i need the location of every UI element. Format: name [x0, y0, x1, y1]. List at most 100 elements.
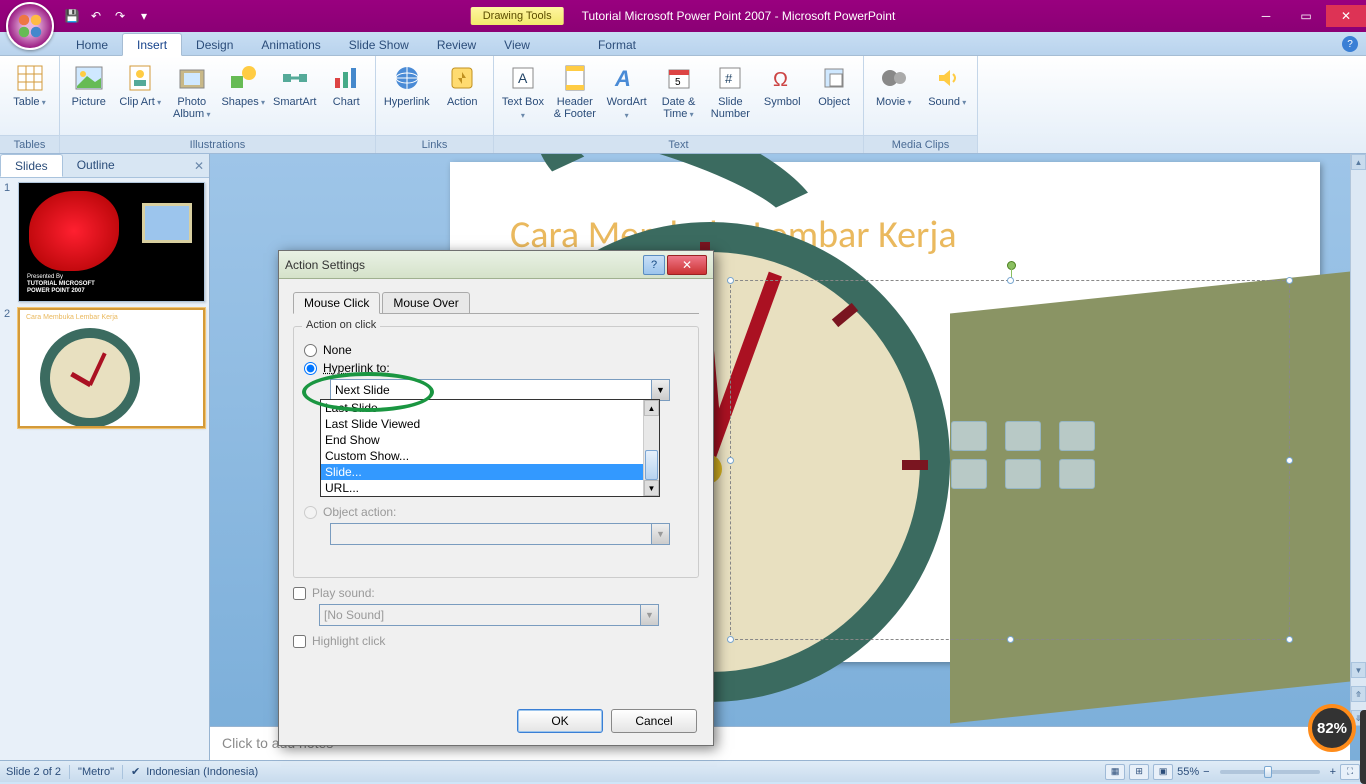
network-meter-overlay[interactable]: 82% ↑ 0 B ↓ 0 B [1308, 704, 1356, 752]
picture-button[interactable]: Picture [66, 60, 112, 108]
photoalbum-button[interactable]: Photo Album [169, 60, 215, 121]
vertical-scrollbar[interactable]: ▲ ▼ ⤊ ⤋ [1350, 154, 1366, 726]
spellcheck-icon[interactable]: ✔ [131, 765, 140, 778]
tab-insert[interactable]: Insert [122, 33, 182, 56]
opt-slide[interactable]: Slide... [321, 464, 659, 480]
hyperlink-combo[interactable]: Next Slide ▼ [330, 379, 670, 401]
sound-button[interactable]: Sound [924, 60, 972, 109]
symbol-button[interactable]: ΩSymbol [759, 60, 805, 108]
placeholder-picture-icon[interactable] [951, 459, 987, 489]
chart-button[interactable]: Chart [324, 60, 370, 108]
opt-last-viewed[interactable]: Last Slide Viewed [321, 416, 659, 432]
wordart-button[interactable]: AWordArt [604, 60, 650, 122]
placeholder-media-icon[interactable] [1059, 459, 1095, 489]
contextual-tab-label: Drawing Tools [471, 7, 564, 25]
table-button[interactable]: Table [6, 60, 53, 109]
tab-mouse-over[interactable]: Mouse Over [382, 292, 469, 314]
pane-close-icon[interactable]: ✕ [189, 154, 209, 177]
svg-text:5: 5 [675, 77, 681, 88]
smartart-icon [279, 62, 311, 94]
placeholder-chart-icon[interactable] [1005, 421, 1041, 451]
minimize-button[interactable]: ─ [1246, 5, 1286, 27]
opt-last-slide[interactable]: Last Slide [321, 400, 659, 416]
slide-thumb-2[interactable]: 2 Cara Membuka Lembar Kerja [4, 308, 205, 428]
textbox-button[interactable]: AText Box [500, 60, 546, 122]
status-theme: "Metro" [78, 766, 114, 778]
placeholder-table-icon[interactable] [951, 421, 987, 451]
view-sorter-icon[interactable]: ⊞ [1129, 764, 1149, 780]
placeholder-smartart-icon[interactable] [1059, 421, 1095, 451]
ok-button[interactable]: OK [517, 709, 603, 733]
qat-more-icon[interactable]: ▾ [134, 6, 154, 26]
datetime-icon: 5 [663, 62, 695, 94]
zoom-in-icon[interactable]: + [1330, 766, 1336, 778]
tab-format[interactable]: Format [584, 34, 650, 55]
radio-none[interactable]: None [304, 343, 688, 357]
tab-mouse-click[interactable]: Mouse Click [293, 292, 380, 314]
shapes-button[interactable]: Shapes [221, 60, 267, 109]
cancel-button[interactable]: Cancel [611, 709, 697, 733]
fit-window-icon[interactable]: ⛶ [1340, 764, 1360, 780]
pane-tab-outline[interactable]: Outline [63, 154, 129, 177]
table-icon [14, 62, 46, 94]
tab-review[interactable]: Review [423, 34, 490, 55]
help-icon[interactable]: ? [1342, 36, 1358, 52]
zoom-out-icon[interactable]: − [1203, 766, 1209, 778]
action-legend: Action on click [302, 319, 380, 331]
tab-home[interactable]: Home [62, 34, 122, 55]
check-play-sound[interactable]: Play sound: [293, 586, 699, 600]
action-button[interactable]: Action [438, 60, 488, 108]
slide-thumb-1[interactable]: 1 Presented ByTUTORIAL MICROSOFTPOWER PO… [4, 182, 205, 302]
headerfooter-button[interactable]: Header & Footer [552, 60, 598, 120]
content-placeholder[interactable] [730, 280, 1290, 640]
datetime-button[interactable]: 5Date & Time [656, 60, 702, 121]
dialog-close-icon[interactable]: ✕ [667, 255, 707, 275]
view-show-icon[interactable]: ▣ [1153, 764, 1173, 780]
office-button[interactable] [6, 2, 54, 50]
combo-dropdown-icon[interactable]: ▼ [651, 380, 669, 400]
undo-icon[interactable]: ↶ [86, 6, 106, 26]
group-illustrations: Illustrations [60, 135, 375, 153]
zoom-value[interactable]: 55% [1177, 766, 1199, 778]
group-links: Links [376, 135, 493, 153]
pane-tab-slides[interactable]: Slides [0, 154, 63, 177]
opt-end-show[interactable]: End Show [321, 432, 659, 448]
tab-design[interactable]: Design [182, 34, 247, 55]
smartart-button[interactable]: SmartArt [272, 60, 318, 108]
movie-button[interactable]: Movie [870, 60, 918, 109]
document-title: Tutorial Microsoft Power Point 2007 - Mi… [582, 9, 896, 23]
status-language[interactable]: Indonesian (Indonesia) [146, 766, 258, 778]
tab-animations[interactable]: Animations [247, 34, 334, 55]
hyperlink-dropdown: Last Slide Last Slide Viewed End Show Cu… [320, 399, 660, 497]
title-bar: 💾 ↶ ↷ ▾ Drawing Tools Tutorial Microsoft… [0, 0, 1366, 32]
zoom-slider[interactable] [1220, 770, 1320, 774]
clipart-button[interactable]: Clip Art [118, 60, 164, 109]
action-icon [446, 62, 478, 94]
hyperlink-icon [391, 62, 423, 94]
tab-view[interactable]: View [490, 34, 544, 55]
object-button[interactable]: Object [811, 60, 857, 108]
tab-slideshow[interactable]: Slide Show [335, 34, 423, 55]
slidenumber-button[interactable]: #Slide Number [707, 60, 753, 120]
hyperlink-button[interactable]: Hyperlink [382, 60, 432, 108]
save-icon[interactable]: 💾 [62, 6, 82, 26]
opt-custom-show[interactable]: Custom Show... [321, 448, 659, 464]
group-media: Media Clips [864, 135, 977, 153]
check-highlight-click[interactable]: Highlight click [293, 634, 699, 648]
radio-hyperlink[interactable]: Hyperlink to: [304, 361, 688, 375]
placeholder-clipart-icon[interactable] [1005, 459, 1041, 489]
view-normal-icon[interactable]: ▦ [1105, 764, 1125, 780]
object-action-combo: ▼ [330, 523, 670, 545]
close-button[interactable]: ✕ [1326, 5, 1366, 27]
dialog-titlebar[interactable]: Action Settings ? ✕ [279, 251, 713, 279]
textbox-icon: A [507, 62, 539, 94]
dropdown-scrollbar[interactable]: ▲▼ [643, 400, 659, 496]
redo-icon[interactable]: ↷ [110, 6, 130, 26]
sound-icon [931, 62, 963, 94]
slidenumber-icon: # [714, 62, 746, 94]
restore-button[interactable]: ▭ [1286, 5, 1326, 27]
dialog-help-icon[interactable]: ? [643, 255, 665, 275]
ribbon-tabs: Home Insert Design Animations Slide Show… [0, 32, 1366, 56]
dialog-title: Action Settings [285, 258, 643, 272]
opt-url[interactable]: URL... [321, 480, 659, 496]
